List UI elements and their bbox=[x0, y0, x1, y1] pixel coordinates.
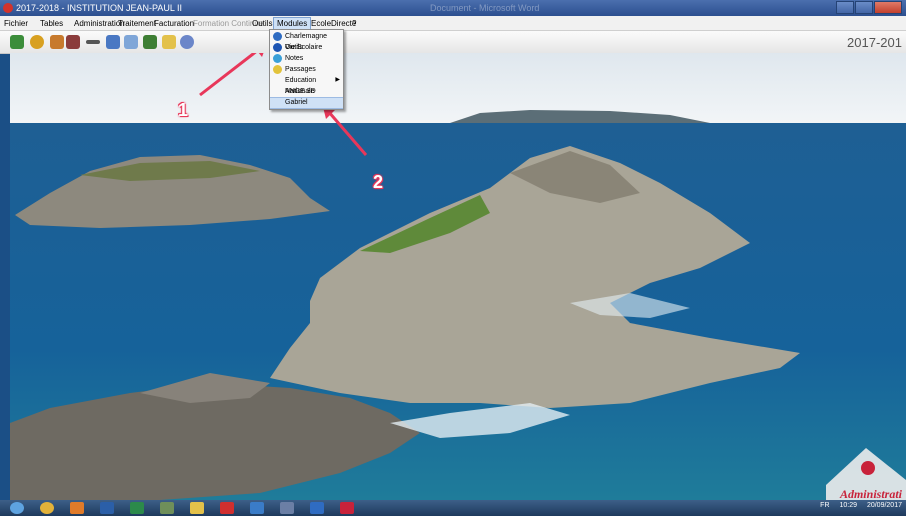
annotation-1: 1 bbox=[178, 100, 189, 120]
passages-icon bbox=[273, 65, 282, 74]
folder-icon[interactable] bbox=[190, 502, 204, 514]
vie-scolaire-icon bbox=[273, 43, 282, 52]
menu-ecoledirecte[interactable]: EcoleDirecte bbox=[311, 19, 356, 28]
menu-fichier[interactable]: Fichier bbox=[4, 19, 28, 28]
student-icon[interactable] bbox=[30, 35, 44, 49]
edit-icon[interactable] bbox=[124, 35, 138, 49]
word-icon[interactable] bbox=[100, 502, 114, 514]
window-controls bbox=[835, 1, 902, 14]
school-year: 2017-201 bbox=[847, 35, 902, 50]
charlemagne-app-icon-4[interactable] bbox=[310, 502, 324, 514]
menu-facturation[interactable]: Facturation bbox=[154, 19, 194, 28]
close-button[interactable] bbox=[874, 1, 902, 14]
menu-item-notes[interactable]: Notes bbox=[270, 53, 343, 64]
menu-item-charlemagne-outils[interactable]: Charlemagne Outils bbox=[270, 31, 343, 51]
excel-icon[interactable] bbox=[130, 502, 144, 514]
system-tray: FR 10:29 20/09/2017 bbox=[812, 502, 902, 509]
book-icon[interactable] bbox=[10, 35, 24, 49]
submenu-arrow-icon: ▶ bbox=[335, 77, 340, 83]
charlemagne-app-icon-5[interactable] bbox=[340, 502, 354, 514]
window-title: 2017-2018 - INSTITUTION JEAN-PAUL II bbox=[16, 3, 183, 13]
minimize-button[interactable] bbox=[836, 1, 854, 14]
document-icon[interactable] bbox=[106, 35, 120, 49]
charlemagne-app-icon-3[interactable] bbox=[280, 502, 294, 514]
teacher-icon[interactable] bbox=[50, 35, 64, 49]
clock-time[interactable]: 10:29 bbox=[839, 502, 857, 509]
menu-traitement[interactable]: Traitement bbox=[118, 19, 156, 28]
app-icon-1[interactable] bbox=[160, 502, 174, 514]
background-window-title: Document - Microsoft Word bbox=[430, 3, 540, 13]
menu-tables[interactable]: Tables bbox=[40, 19, 63, 28]
start-icon[interactable] bbox=[10, 502, 24, 514]
menu-outils[interactable]: Outils bbox=[252, 19, 272, 28]
desktop-wallpaper bbox=[10, 53, 906, 500]
maximize-button[interactable] bbox=[855, 1, 873, 14]
toolbar: 2017-201 bbox=[0, 31, 906, 54]
app-icon bbox=[3, 3, 13, 13]
family-icon[interactable] bbox=[66, 35, 80, 49]
charlemagne-taskbar-icon[interactable] bbox=[220, 502, 234, 514]
charlemagne-icon bbox=[273, 32, 282, 41]
office-icon[interactable] bbox=[70, 502, 84, 514]
tools-icon[interactable] bbox=[162, 35, 176, 49]
title-bar: 2017-2018 - INSTITUTION JEAN-PAUL II Doc… bbox=[0, 0, 906, 16]
chat-icon[interactable] bbox=[180, 35, 194, 49]
charlemagne-app-icon-2[interactable] bbox=[250, 502, 264, 514]
menu-item-passages[interactable]: Passages bbox=[270, 64, 343, 75]
menu-item-gabriel[interactable]: Gabriel bbox=[270, 97, 343, 109]
menu-help[interactable]: ? bbox=[352, 19, 356, 28]
divider-icon[interactable] bbox=[86, 40, 100, 44]
menu-item-education-nationale[interactable]: Education Nationale ▶ bbox=[270, 75, 343, 95]
chart-icon[interactable] bbox=[143, 35, 157, 49]
clock-date[interactable]: 20/09/2017 bbox=[867, 502, 902, 509]
language-indicator[interactable]: FR bbox=[820, 502, 829, 509]
chrome-icon[interactable] bbox=[40, 502, 54, 514]
menu-item-vie-scolaire[interactable]: Vie Scolaire bbox=[270, 42, 343, 53]
modules-dropdown: Charlemagne Outils Vie Scolaire Notes Pa… bbox=[269, 29, 344, 110]
annotation-2: 2 bbox=[373, 172, 384, 192]
taskbar: FR 10:29 20/09/2017 bbox=[0, 500, 906, 516]
menu-bar: Fichier Tables Administration Traitement… bbox=[0, 16, 906, 31]
notes-icon bbox=[273, 54, 282, 63]
menu-item-ange-3d[interactable]: ANGE 3D bbox=[270, 86, 343, 97]
